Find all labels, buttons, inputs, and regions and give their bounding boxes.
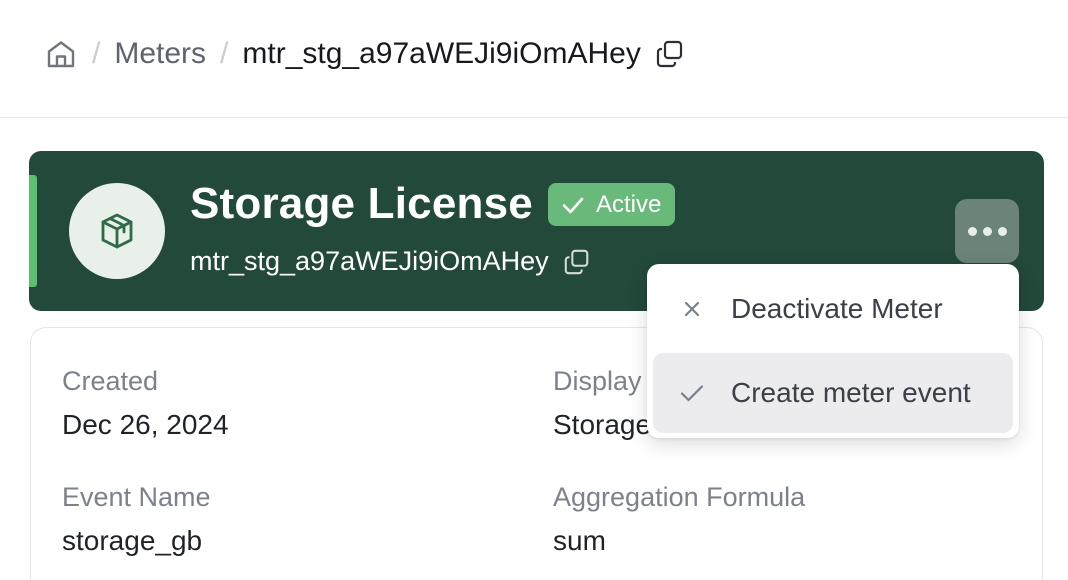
copy-icon[interactable] xyxy=(563,248,591,276)
menu-item-label: Deactivate Meter xyxy=(731,293,943,324)
close-icon xyxy=(679,299,705,319)
aggregation-formula-label: Aggregation Formula xyxy=(553,482,806,512)
event-name-label: Event Name xyxy=(62,482,211,512)
breadcrumb-separator: / xyxy=(92,37,101,70)
display-name-field: Display Storage xyxy=(553,366,651,441)
check-icon xyxy=(679,380,705,406)
more-horizontal-icon[interactable] xyxy=(955,199,1019,263)
event-name-value: storage_gb xyxy=(62,525,203,556)
event-name-field: Event Name storage_gb xyxy=(62,482,211,557)
status-badge-label: Active xyxy=(596,190,662,218)
page-title: Storage License xyxy=(190,179,533,228)
check-icon xyxy=(560,192,586,218)
aggregation-formula-value: sum xyxy=(553,525,606,556)
display-name-value: Storage xyxy=(553,409,652,440)
package-icon xyxy=(101,213,133,249)
display-name-label: Display xyxy=(553,366,642,396)
breadcrumb-meters-link[interactable]: Meters xyxy=(114,37,206,71)
menu-item-deactivate-meter[interactable]: Deactivate Meter xyxy=(653,269,1013,349)
created-label: Created xyxy=(62,366,159,396)
copy-icon[interactable] xyxy=(655,39,685,69)
banner-accent-bar xyxy=(29,175,37,287)
header-divider xyxy=(0,117,1068,118)
avatar xyxy=(69,183,165,279)
breadcrumb-current: mtr_stg_a97aWEJi9iOmAHey xyxy=(242,37,641,70)
status-badge: Active xyxy=(548,183,676,226)
created-field: Created Dec 26, 2024 xyxy=(62,366,229,441)
meter-id: mtr_stg_a97aWEJi9iOmAHey xyxy=(190,246,591,277)
breadcrumb: / Meters / mtr_stg_a97aWEJi9iOmAHey xyxy=(44,34,685,74)
menu-item-create-meter-event[interactable]: Create meter event xyxy=(653,353,1013,433)
meter-id-text: mtr_stg_a97aWEJi9iOmAHey xyxy=(190,246,549,276)
home-icon[interactable] xyxy=(44,37,78,71)
breadcrumb-separator: / xyxy=(220,37,229,70)
actions-dropdown-menu: Deactivate Meter Create meter event xyxy=(647,264,1019,438)
aggregation-formula-field: Aggregation Formula sum xyxy=(553,482,805,557)
menu-item-label: Create meter event xyxy=(731,377,971,408)
created-value: Dec 26, 2024 xyxy=(62,409,229,440)
